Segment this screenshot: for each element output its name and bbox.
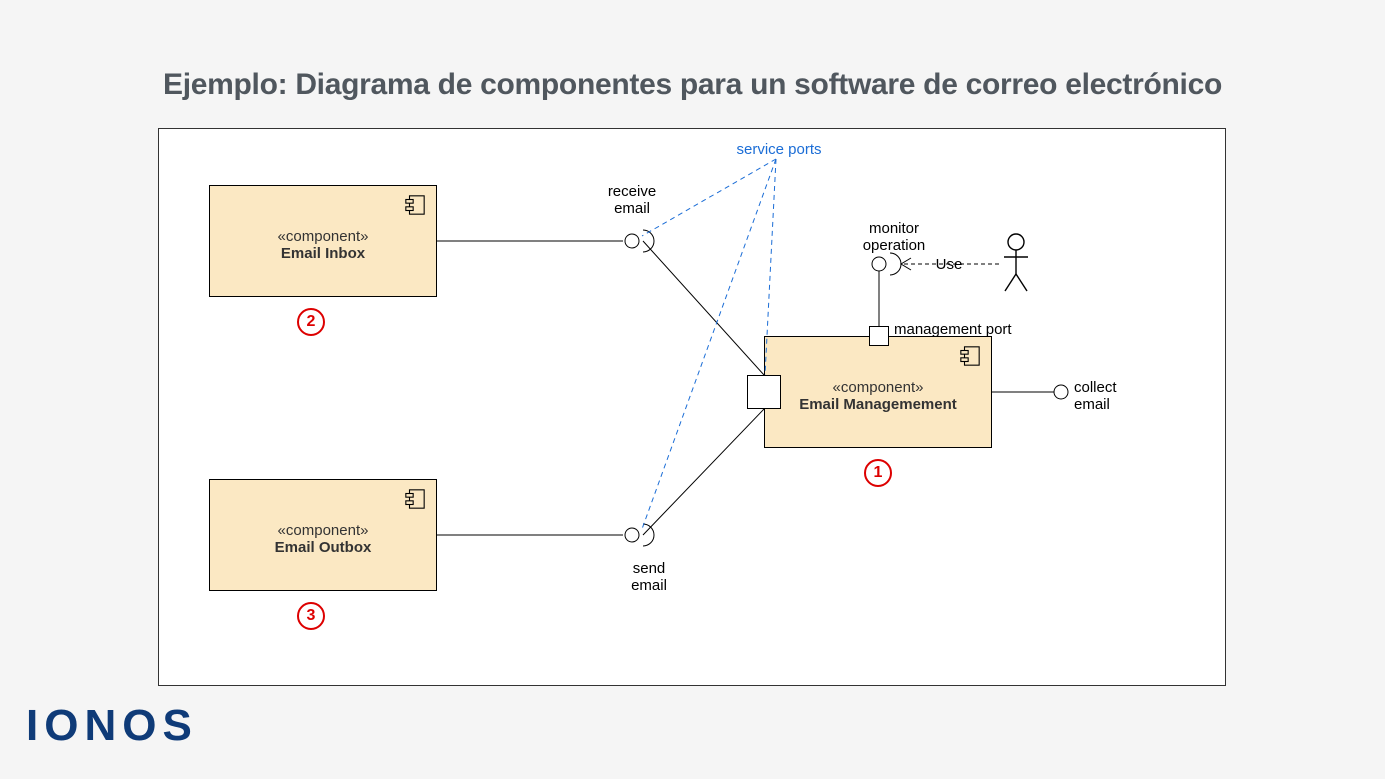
page-title: Ejemplo: Diagrama de componentes para un…: [0, 68, 1385, 102]
ionos-logo: IONOS: [26, 701, 198, 751]
port-management: [869, 326, 889, 346]
label-service-ports: service ports: [719, 142, 839, 159]
component-icon: [404, 488, 426, 510]
stereotype-label: «component»: [210, 522, 436, 539]
port-service: [747, 375, 781, 409]
stereotype-label: «component»: [210, 228, 436, 245]
diagram-frame: «component» Email Inbox «component» Emai…: [158, 128, 1226, 686]
component-email-inbox: «component» Email Inbox: [209, 185, 437, 297]
label-receive-email: receiveemail: [597, 184, 667, 217]
component-name: Email Inbox: [210, 245, 436, 262]
component-name: Email Managemement: [765, 396, 991, 413]
component-email-outbox: «component» Email Outbox: [209, 479, 437, 591]
label-use: Use: [929, 257, 969, 274]
actor-icon: [1004, 234, 1028, 291]
callout-1: 1: [864, 459, 892, 487]
label-send-email: sendemail: [614, 561, 684, 594]
callout-2: 2: [297, 308, 325, 336]
component-email-management: «component» Email Managemement: [764, 336, 992, 448]
stereotype-label: «component»: [765, 379, 991, 396]
label-monitor-operation: monitoroperation: [849, 221, 939, 254]
component-icon: [959, 345, 981, 367]
callout-3: 3: [297, 602, 325, 630]
component-icon: [404, 194, 426, 216]
label-collect-email: collectemail: [1074, 380, 1144, 413]
component-name: Email Outbox: [210, 539, 436, 556]
label-management-port: management port: [894, 322, 1034, 339]
